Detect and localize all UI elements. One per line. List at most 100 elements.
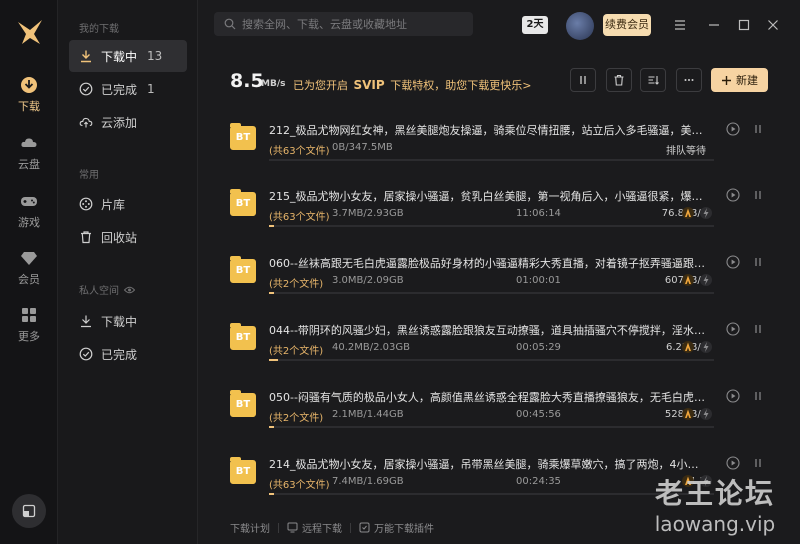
search-input[interactable]: 搜索全网、下载、云盘或收藏地址 [214,12,473,36]
sidebar-item-private-downloading[interactable]: 下载中 [69,305,187,337]
task-row[interactable]: BT 212_极品尤物网红女神，黑丝美腿炮友操逼，骑乘位尽情扭腰，站立后入多毛骚逼… [230,118,770,166]
footer-divider [350,522,351,533]
sidebar-item-label: 片库 [101,197,126,212]
svip-promo-link[interactable]: 已为您开启 SVIP 下载特权，助您下载更快乐> [293,77,531,93]
boost-icon[interactable] [682,340,694,354]
more-icon [684,79,694,81]
play-icon[interactable] [726,122,740,136]
pause-icon [580,76,586,84]
task-progress-bar [269,292,714,294]
cloud-icon [21,138,37,147]
watermark-cn: 老王论坛 [654,477,775,510]
task-file-count[interactable]: (共63个文件) [269,208,330,223]
task-name: 060--丝袜高跟无毛白虎逼露脸极品好身材的小骚逼精彩大秀直播，对着镜子抠弄骚逼… [269,257,709,270]
trash-icon [81,231,91,244]
completed-count: 1 [147,82,155,96]
pause-icon[interactable] [752,122,764,136]
task-row[interactable]: BT 044--带阴环的风骚少妇，黑丝诱惑露脸跟狼友互动撩骚，道具抽插骚穴不停搅拌… [230,318,770,366]
sidebar-item-recycle[interactable]: 回收站 [69,221,187,253]
bt-folder-icon: BT [230,256,256,283]
boost-icon[interactable] [682,273,694,287]
section-my-downloads: 我的下载 [79,24,119,35]
task-size: 2.1MB/1.44GB [332,409,404,420]
rail-item-cloud[interactable]: 云盘 [0,134,58,172]
bt-folder-icon: BT [230,457,256,484]
boost-icon[interactable] [682,206,694,220]
avatar[interactable] [566,12,594,40]
total-speed-value: 8.5 [230,70,264,92]
task-file-count[interactable]: (共2个文件) [269,409,323,424]
task-speed: 排队等待 [666,146,706,157]
task-speed: 528KB/s [626,409,706,420]
play-icon[interactable] [726,255,740,269]
delete-button[interactable] [606,68,632,92]
rail-item-vip[interactable]: 会员 [0,249,58,287]
sort-button[interactable] [640,68,666,92]
lightning-icon[interactable] [700,407,712,421]
close-icon[interactable] [765,17,781,33]
pause-icon[interactable] [752,389,764,403]
bt-folder-icon: BT [230,390,256,417]
pause-icon[interactable] [752,456,764,470]
rail-item-games[interactable]: 游戏 [0,192,58,230]
maximize-icon[interactable] [736,17,752,33]
sidebar-item-private-completed[interactable]: 已完成 [69,338,187,370]
cloud-upload-icon [79,117,93,128]
downloading-count: 13 [147,49,163,63]
remote-icon [287,522,298,533]
search-icon [224,18,236,30]
rail-item-download[interactable]: 下载 [0,76,58,114]
play-icon[interactable] [726,188,740,202]
play-icon[interactable] [726,456,740,470]
plugin-link[interactable]: 万能下载插件 [374,520,434,535]
task-size: 3.7MB/2.93GB [332,208,404,219]
rail-item-more[interactable]: 更多 [0,306,58,344]
sidebar-item-label: 已完成 [101,347,138,362]
sidebar-item-cloud-add[interactable]: 云添加 [69,106,187,138]
vip-days-badge[interactable]: 2天 [522,16,548,34]
promo-suffix: 下载特权，助您下载更快乐> [390,79,532,92]
lightning-icon[interactable] [700,273,712,287]
task-file-count[interactable]: (共2个文件) [269,342,323,357]
renew-vip-button[interactable]: 续费会员 [603,14,651,36]
menu-icon[interactable] [672,17,688,33]
pause-all-button[interactable] [570,68,596,92]
boost-icon[interactable] [682,407,694,421]
mini-mode-button[interactable] [12,494,46,528]
sidebar-item-library[interactable]: 片库 [69,188,187,220]
remote-download-link[interactable]: 远程下载 [302,520,342,535]
eye-icon[interactable] [124,286,135,294]
task-remaining-time: 11:06:14 [516,208,561,219]
download-arrow-icon [81,50,91,63]
play-icon[interactable] [726,389,740,403]
task-row[interactable]: BT 050--闷骚有气质的极品小女人，高颜值黑丝诱惑全程露脸大秀直播撩骚狼友，无… [230,385,770,433]
download-sidebar: 我的下载 下载中 13 已完成 1 云添加 常用 片库 回收站 私人空间 下载中… [58,0,198,544]
more-options-button[interactable] [676,68,702,92]
pause-icon[interactable] [752,255,764,269]
task-progress-bar [269,225,714,227]
minimize-icon[interactable] [706,17,722,33]
task-file-count[interactable]: (共63个文件) [269,476,330,491]
rail-item-label: 云盘 [18,158,40,171]
sidebar-item-downloading[interactable]: 下载中 13 [69,40,187,72]
new-task-button[interactable]: 新建 [711,68,768,92]
pause-icon[interactable] [752,188,764,202]
task-row[interactable]: BT 060--丝袜高跟无毛白虎逼露脸极品好身材的小骚逼精彩大秀直播，对着镜子抠弄… [230,251,770,299]
task-progress-bar [269,159,714,161]
section-common: 常用 [79,170,99,181]
window-switch-icon [22,504,36,518]
task-file-count[interactable]: (共2个文件) [269,275,323,290]
play-icon[interactable] [726,322,740,336]
task-progress-fill [269,359,278,361]
task-remaining-time: 00:24:35 [516,476,561,487]
task-speed: 76.8KB/s [626,208,706,219]
xunlei-logo-icon[interactable] [14,16,46,48]
lightning-icon[interactable] [700,340,712,354]
lightning-icon[interactable] [700,206,712,220]
download-plan-link[interactable]: 下载计划 [230,520,270,535]
sidebar-item-completed[interactable]: 已完成 1 [69,73,187,105]
task-row[interactable]: BT 215_极品尤物小女友，居家操小骚逼，贫乳白丝美腿，第一视角后入，小骚逼很紧… [230,184,770,232]
task-file-count[interactable]: (共63个文件) [269,142,330,157]
sidebar-item-label: 下载中 [101,49,138,64]
pause-icon[interactable] [752,322,764,336]
